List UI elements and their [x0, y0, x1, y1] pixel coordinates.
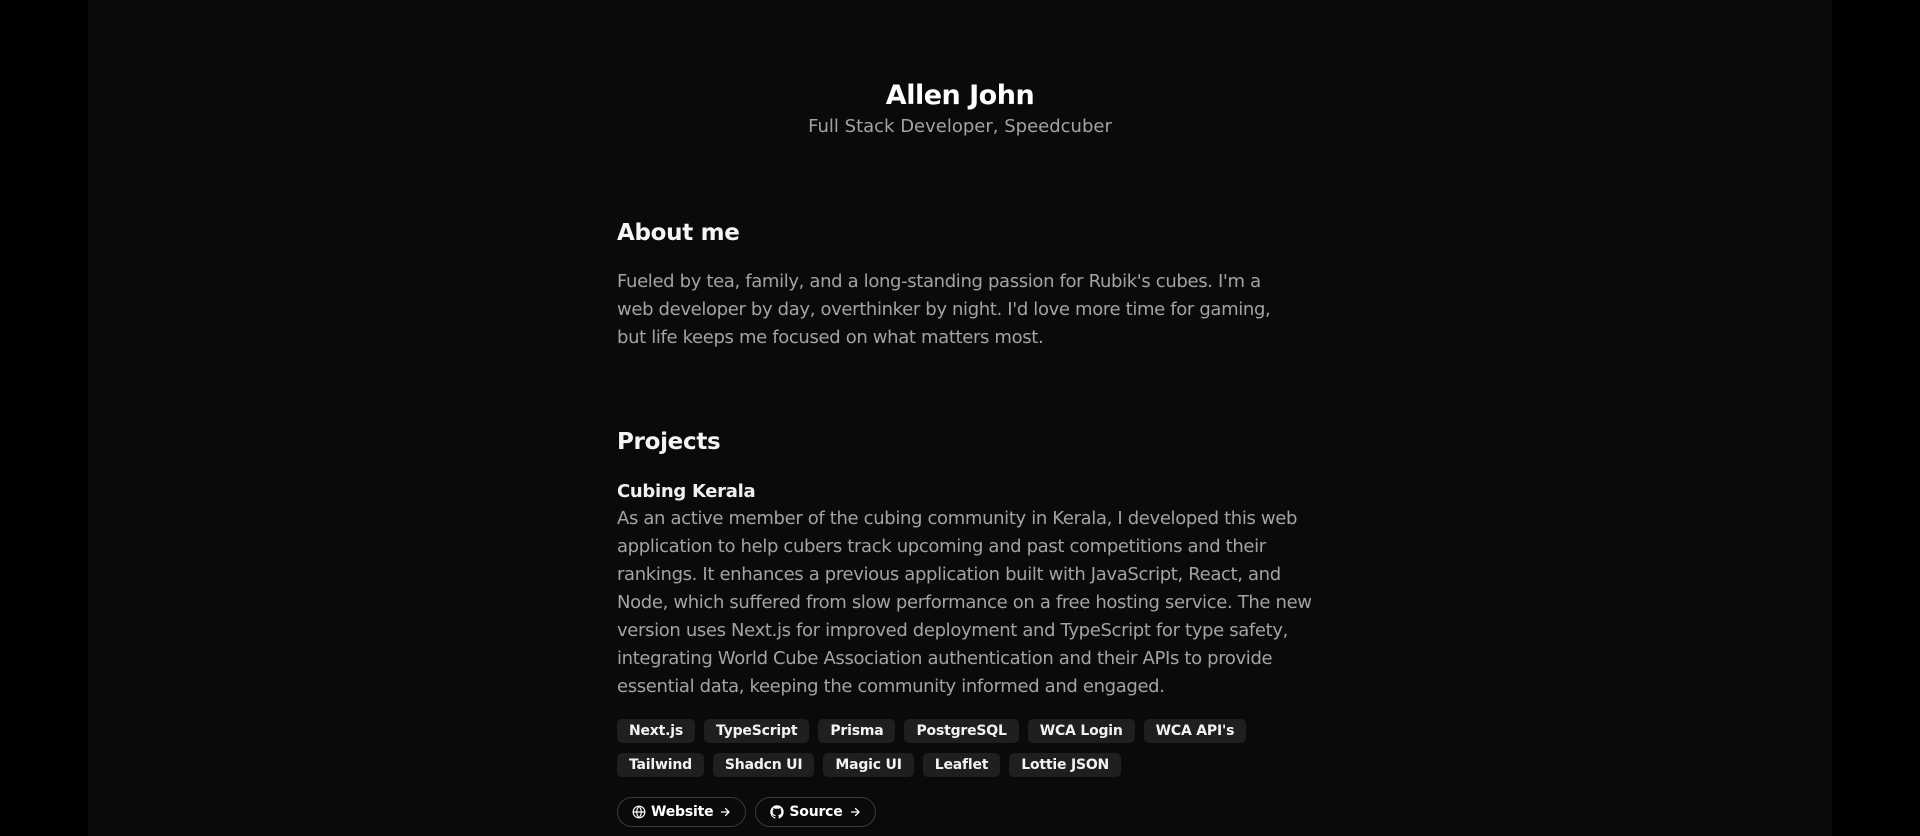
tech-tag: Leaflet — [922, 753, 1001, 777]
github-icon — [770, 805, 785, 819]
website-link-button[interactable]: Website — [617, 797, 747, 827]
tech-tag: PostgreSQL — [904, 719, 1019, 743]
tech-tag: Shadcn UI — [712, 753, 815, 777]
tech-tag: WCA Login — [1027, 719, 1135, 743]
tech-tag: Lottie JSON — [1009, 753, 1122, 777]
tech-tag: Tailwind — [617, 753, 704, 777]
profile-role: Full Stack Developer, Speedcuber — [808, 116, 1112, 137]
arrow-right-icon — [849, 806, 861, 818]
project-description: As an active member of the cubing commun… — [617, 508, 1312, 697]
project-title: Cubing Kerala — [617, 481, 756, 502]
tech-tag: Magic UI — [823, 753, 914, 777]
profile-name: Allen John — [885, 80, 1035, 111]
tech-tag: TypeScript — [704, 719, 810, 743]
project-links: Website Source — [617, 797, 876, 827]
projects-heading: Projects — [617, 429, 721, 455]
source-link-button[interactable]: Source — [755, 797, 876, 827]
about-text: Fueled by tea, family, and a long-standi… — [617, 271, 1271, 348]
profile-header: Allen John Full Stack Developer, Speedcu… — [88, 78, 1832, 139]
about-heading: About me — [617, 220, 740, 246]
globe-icon — [632, 805, 646, 819]
source-link-label: Source — [789, 804, 843, 820]
tech-tag: Next.js — [617, 719, 695, 743]
tech-tag: Prisma — [818, 719, 896, 743]
tech-tag: WCA API's — [1143, 719, 1247, 743]
page-container: Allen John Full Stack Developer, Speedcu… — [88, 0, 1832, 836]
website-link-label: Website — [651, 804, 714, 820]
arrow-right-icon — [719, 806, 731, 818]
tech-tag-list: Next.js TypeScript Prisma PostgreSQL WCA… — [617, 719, 1317, 777]
